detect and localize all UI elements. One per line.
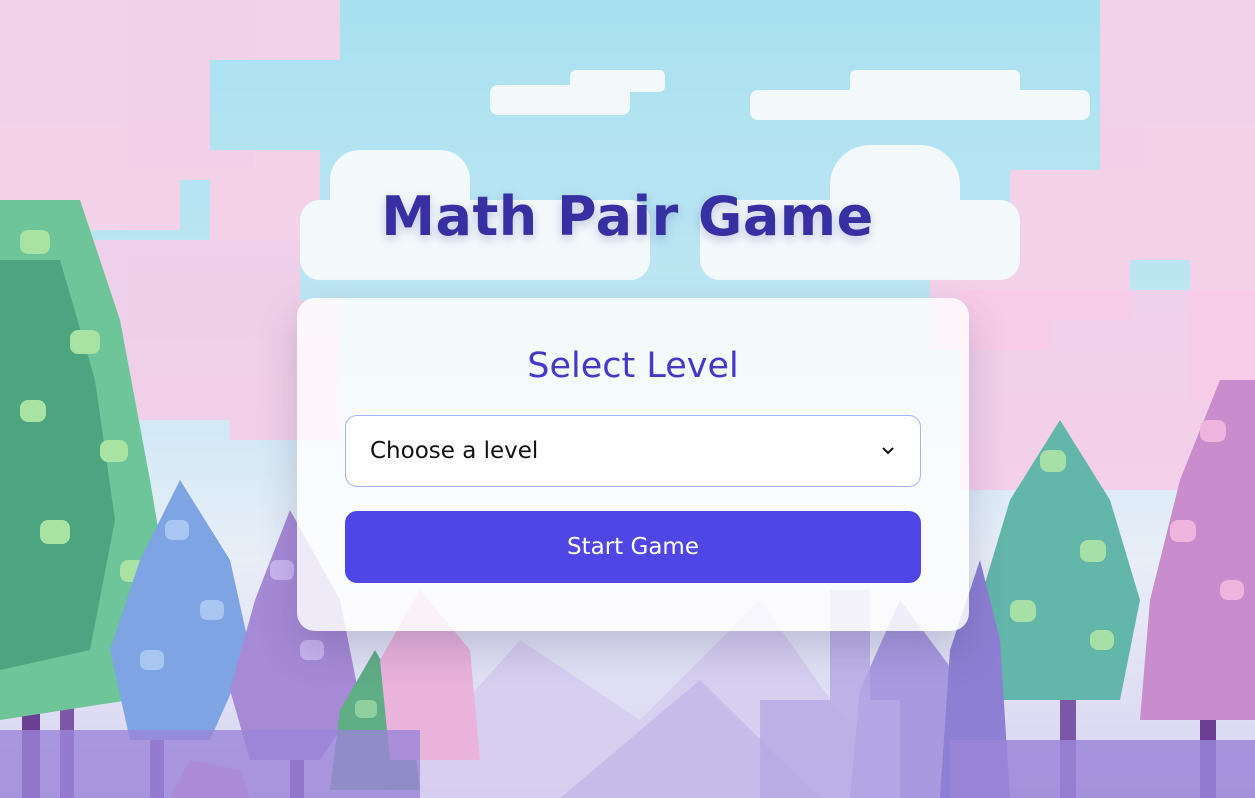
level-dropdown[interactable]: Choose a level	[345, 415, 921, 487]
start-game-button[interactable]: Start Game	[345, 511, 921, 583]
level-dropdown-value: Choose a level	[370, 438, 539, 464]
level-select-panel: Select Level Choose a level Start Game	[297, 298, 969, 631]
game-screen: Math Pair Game Select Level Choose a lev…	[0, 0, 1255, 798]
select-level-heading: Select Level	[527, 346, 739, 386]
game-title: Math Pair Game	[381, 185, 874, 248]
chevron-down-icon	[880, 443, 896, 459]
